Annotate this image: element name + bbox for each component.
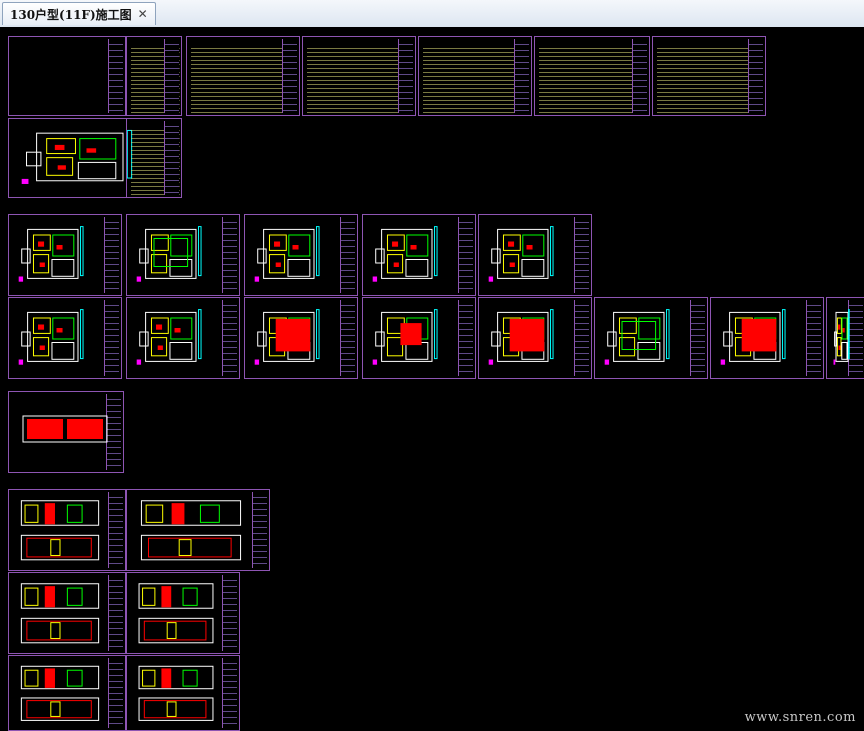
watermark-text: www.snren.com <box>744 710 856 725</box>
sheet-title-block <box>222 217 237 293</box>
sheet-plan-row3-1[interactable] <box>8 297 122 379</box>
sheet-plan-row3-5[interactable] <box>478 297 592 379</box>
floor-plan-drawing <box>833 309 850 365</box>
sheet-cover[interactable] <box>8 36 126 116</box>
sheet-title-block <box>340 217 355 293</box>
sheet-drawing-index[interactable] <box>126 36 182 116</box>
sheet-elevation-5[interactable] <box>8 655 126 731</box>
sheet-title-block <box>108 575 123 651</box>
elevation-drawing <box>140 500 242 561</box>
sheet-plan-row3-4[interactable] <box>362 297 476 379</box>
sheet-title-block <box>806 300 821 376</box>
sheet-title-block <box>104 217 119 293</box>
document-tab-bar: 130户型(11F)施工图 ✕ <box>0 0 864 28</box>
sheet-title-block <box>458 217 473 293</box>
elevation-drawing <box>138 583 214 644</box>
elevation-drawing <box>20 500 100 561</box>
floor-plan-drawing <box>488 309 554 365</box>
sheet-title-block <box>458 300 473 376</box>
elevation-drawing <box>138 665 214 721</box>
floor-plan-drawing <box>254 309 320 365</box>
sheet-plan-row3-7[interactable] <box>710 297 824 379</box>
cad-model-space[interactable] <box>0 27 864 731</box>
sheet-design-notes-2[interactable] <box>302 36 416 116</box>
sheet-plan-row2-4[interactable] <box>362 214 476 296</box>
sheet-title-block <box>104 300 119 376</box>
sheet-title-block <box>748 39 763 113</box>
sheet-plan-row3-8[interactable] <box>826 297 864 379</box>
sheet-plan-row2-3[interactable] <box>244 214 358 296</box>
sheet-title-block <box>108 492 123 568</box>
detail-drawing <box>22 415 108 443</box>
sheet-legend[interactable] <box>652 36 766 116</box>
sheet-title-block <box>282 39 297 113</box>
sheet-title-block <box>164 39 179 113</box>
floor-plan-drawing <box>18 309 84 365</box>
document-tab-title[interactable]: 130户型(11F)施工图 <box>10 6 132 23</box>
floor-plan-drawing <box>720 309 786 365</box>
sheet-plan-row3-6[interactable] <box>594 297 708 379</box>
sheet-plan-row2-5[interactable] <box>478 214 592 296</box>
sheet-material-table[interactable] <box>534 36 650 116</box>
sheet-title-block <box>108 658 123 728</box>
sheet-plan-row2-2[interactable] <box>126 214 240 296</box>
sheet-title-block <box>222 300 237 376</box>
sheet-elevation-6[interactable] <box>126 655 240 731</box>
sheet-plan-row2-1[interactable] <box>8 214 122 296</box>
sheet-title-block <box>514 39 529 113</box>
sheet-design-notes-1[interactable] <box>186 36 300 116</box>
sheet-title-block <box>340 300 355 376</box>
sheet-title-block <box>108 39 123 113</box>
sheet-title-block <box>222 658 237 728</box>
close-icon[interactable]: ✕ <box>138 7 148 21</box>
floor-plan-drawing <box>18 226 84 282</box>
sheet-plan-row3-3[interactable] <box>244 297 358 379</box>
floor-plan-drawing <box>136 309 202 365</box>
sheet-plan-row3-2[interactable] <box>126 297 240 379</box>
document-tab[interactable]: 130户型(11F)施工图 ✕ <box>2 2 156 25</box>
sheet-title-block <box>690 300 705 376</box>
sheet-title-block <box>398 39 413 113</box>
sheet-design-notes-3[interactable] <box>418 36 532 116</box>
elevation-drawing <box>20 583 100 644</box>
sheet-title-block <box>574 217 589 293</box>
floor-plan-drawing <box>136 226 202 282</box>
sheet-title-block <box>574 300 589 376</box>
floor-plan-drawing <box>604 309 670 365</box>
sheet-schedule[interactable] <box>126 118 182 198</box>
floor-plan-drawing <box>372 309 438 365</box>
floor-plan-drawing <box>372 226 438 282</box>
elevation-drawing <box>20 665 100 721</box>
sheet-title-block <box>164 121 179 195</box>
sheet-title-block <box>252 492 267 568</box>
sheet-elevation-3[interactable] <box>8 572 126 654</box>
sheet-title-block <box>632 39 647 113</box>
sheet-elevation-1[interactable] <box>8 489 126 571</box>
sheet-detail[interactable] <box>8 391 124 473</box>
sheet-elevation-4[interactable] <box>126 572 240 654</box>
sheet-title-block <box>222 575 237 651</box>
floor-plan-drawing <box>254 226 320 282</box>
floor-plan-drawing <box>488 226 554 282</box>
sheet-elevation-2[interactable] <box>126 489 270 571</box>
